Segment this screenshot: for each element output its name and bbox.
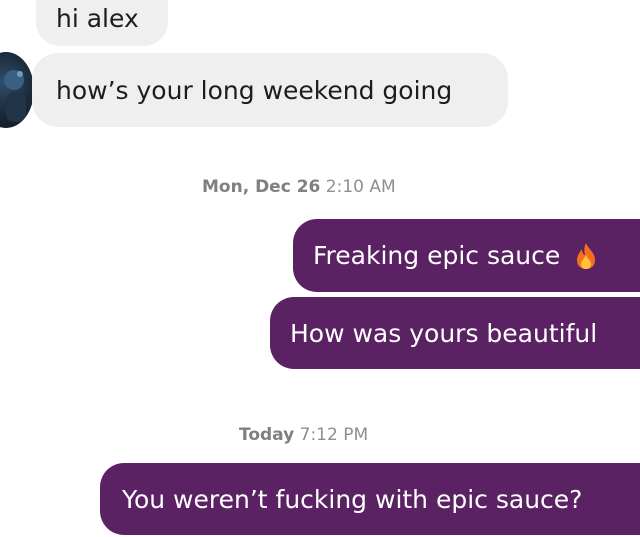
incoming-message-2-text: how’s your long weekend going	[56, 75, 453, 105]
timestamp-2-day: Today	[239, 425, 295, 445]
outgoing-message-3[interactable]: You weren’t fucking with epic sauce?	[100, 463, 640, 535]
timestamp-1-day: Mon, Dec 26	[202, 177, 321, 197]
avatar-image	[4, 70, 26, 122]
timestamp-1: Mon, Dec 26 2:10 AM	[202, 177, 396, 197]
timestamp-2-time: 7:12 PM	[299, 425, 369, 445]
incoming-message-2[interactable]: how’s your long weekend going	[32, 53, 508, 127]
fire-emoji-icon	[574, 242, 598, 270]
outgoing-message-3-text: You weren’t fucking with epic sauce?	[122, 484, 583, 514]
outgoing-message-2-text: How was yours beautiful	[290, 318, 598, 348]
incoming-message-1[interactable]: hi alex	[36, 0, 168, 46]
timestamp-1-time: 2:10 AM	[325, 177, 396, 197]
contact-avatar[interactable]	[0, 52, 34, 128]
timestamp-2: Today 7:12 PM	[239, 425, 368, 445]
outgoing-message-1[interactable]: Freaking epic sauce	[293, 219, 640, 292]
outgoing-message-1-text: Freaking epic sauce	[313, 241, 561, 270]
outgoing-message-2[interactable]: How was yours beautiful	[270, 297, 640, 369]
incoming-message-1-text: hi alex	[56, 3, 139, 33]
